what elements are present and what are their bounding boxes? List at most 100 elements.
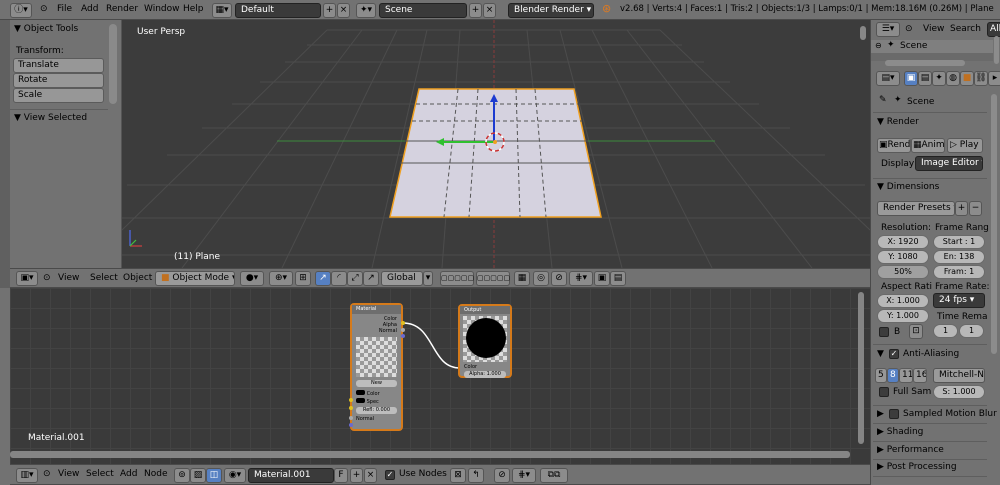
anti-aliasing-section-header[interactable]: ▼ [877, 349, 884, 359]
material-browse-icon[interactable]: ◉▾ [224, 468, 246, 483]
resolution-percentage-field[interactable]: 50% [877, 265, 929, 279]
scale-manipulator-icon[interactable]: ⤢ [347, 271, 363, 286]
outliner-vscrollbar[interactable] [994, 36, 999, 64]
rotate-manipulator-icon[interactable]: ◜ [331, 271, 347, 286]
render-presets-dropdown[interactable]: Render Presets ▾ [877, 201, 955, 216]
opengl-anim-icon[interactable]: ▤ [610, 271, 626, 286]
orientation-arrow-icon[interactable]: ▾ [423, 271, 433, 286]
outliner-scene-row[interactable]: ⊖ ✦ Scene [871, 40, 993, 53]
world-tab-icon[interactable]: ◍ [946, 71, 960, 86]
time-remap-old-field[interactable]: 1 [933, 324, 958, 338]
node-snap-mode-icon[interactable]: ⋕▾ [512, 468, 536, 483]
use-nodes-checkbox[interactable]: ✓ [385, 470, 395, 480]
material-name-field[interactable]: Material.001 [248, 468, 334, 483]
viewport-menu-select[interactable]: Select [90, 273, 118, 283]
orientation-dropdown[interactable]: Global [381, 271, 423, 286]
outliner-expand-icon[interactable]: ⊖ [875, 41, 882, 50]
remove-preset-icon[interactable]: − [969, 201, 982, 216]
frame-step-field[interactable]: Fram: 1 [933, 265, 985, 279]
viewport-menu-view[interactable]: View [58, 273, 79, 283]
material-node[interactable]: Material Color Alpha Normal New Color Sp… [350, 303, 403, 431]
play-button[interactable]: ▷ Play [947, 138, 983, 153]
delete-screen-icon[interactable]: × [337, 3, 350, 18]
aa-samples-16[interactable]: 16 [913, 368, 927, 383]
node-menu-add[interactable]: Add [120, 469, 137, 479]
translate-button[interactable]: Translate [13, 58, 104, 73]
output-node[interactable]: Output Color Alpha: 1.000 [458, 304, 512, 378]
node-editor[interactable]: Material.001 Material Color Alpha Normal… [10, 288, 870, 464]
outliner-menu-search[interactable]: Search [950, 24, 981, 34]
scene-icon[interactable]: ✦▾ [356, 3, 376, 18]
pivot-dropdown-icon[interactable]: ⊕▾ [269, 271, 293, 286]
delete-scene-icon[interactable]: × [483, 3, 496, 18]
aa-filter-size-field[interactable]: S: 1.000 [933, 385, 985, 399]
render-animation-button[interactable]: ▦Anima [911, 138, 945, 153]
fake-user-button[interactable]: F [334, 468, 348, 483]
rotate-button[interactable]: Rotate [13, 73, 104, 88]
modifiers-tab-icon[interactable]: ▸ [988, 71, 1000, 86]
time-remap-new-field[interactable]: 1 [959, 324, 984, 338]
crop-toggle-icon[interactable]: ⊡ [909, 324, 923, 339]
frame-end-field[interactable]: En: 138 [933, 250, 985, 264]
render-engine-dropdown[interactable]: Blender Render ▾ [508, 3, 594, 18]
menu-help[interactable]: Help [183, 4, 204, 14]
opengl-render-icon[interactable]: ▣ [594, 271, 610, 286]
output-node-header[interactable]: Output [460, 306, 510, 314]
aa-samples-5[interactable]: 5 [875, 368, 887, 383]
display-dropdown[interactable]: Image Editor ▾ [915, 156, 983, 171]
tool-shelf-scrollbar[interactable] [109, 24, 117, 104]
translate-manipulator-icon[interactable]: ↗ [315, 271, 331, 286]
unlink-material-icon[interactable]: × [364, 468, 377, 483]
outliner-display-mode[interactable]: All [987, 22, 1000, 37]
layers-grid-a[interactable]: ▢▢▢▢▢ [440, 271, 474, 286]
scene-tab-icon[interactable]: ✦ [932, 71, 946, 86]
proportional-edit-icon[interactable]: ◎ [533, 271, 549, 286]
menu-add[interactable]: Add [81, 4, 98, 14]
border-checkbox[interactable] [879, 327, 889, 337]
snap-element-icon[interactable]: ⋕▾ [569, 271, 593, 286]
node-menu-toggle[interactable]: ⊙ [43, 469, 51, 479]
shading-section-header[interactable]: ▶ Shading [877, 427, 923, 437]
node-tree-parent-icon[interactable]: ↰ [468, 468, 484, 483]
transform-orientation-icon[interactable]: ↗ [363, 271, 379, 286]
output-node-input-alpha[interactable]: Alpha: 1.000 [464, 371, 506, 378]
render-tab-icon[interactable]: ▣ [904, 71, 918, 86]
node-menu-node[interactable]: Node [144, 469, 168, 479]
outliner-hscrollbar[interactable] [885, 60, 965, 66]
menu-file[interactable]: File [57, 4, 72, 14]
material-node-header[interactable]: Material [352, 305, 401, 314]
aa-samples-11[interactable]: 11 [899, 368, 913, 383]
post-processing-section-header[interactable]: ▶ Post Processing [877, 462, 957, 472]
viewport-3d[interactable]: User Persp (11) Plane [122, 20, 870, 268]
menu-toggle-icon[interactable]: ⊙ [40, 4, 48, 14]
texture-nodes-icon[interactable]: ◫ [206, 468, 222, 483]
node-editor-hscrollbar[interactable] [10, 451, 850, 458]
scene-field[interactable]: Scene [379, 3, 467, 18]
node-menu-select[interactable]: Select [86, 469, 114, 479]
object-mode-dropdown[interactable]: ■ Object Mode ▾ [155, 271, 235, 286]
manipulator-toggle-icon[interactable]: ⊞ [295, 271, 311, 286]
viewport-menu-object[interactable]: Object [123, 273, 152, 283]
backdrop-icon[interactable]: ⊠ [450, 468, 466, 483]
object-tab-icon[interactable]: ■ [960, 71, 974, 86]
layers-grid-b[interactable]: ▢▢▢▢▢ [476, 271, 510, 286]
fps-dropdown[interactable]: 24 fps ▾ [933, 293, 985, 308]
add-scene-icon[interactable]: + [469, 3, 482, 18]
add-preset-icon[interactable]: + [955, 201, 968, 216]
viewport-scrollbar[interactable] [860, 26, 866, 40]
info-editor-type-icon[interactable]: ⓘ▾ [10, 3, 32, 18]
resolution-x-field[interactable]: X: 1920 [877, 235, 929, 249]
screen-layout-icon[interactable]: ▦▾ [212, 3, 232, 18]
outliner-menu-view[interactable]: View [923, 24, 944, 34]
node-copy-icon[interactable]: ⧉⧉ [540, 468, 568, 483]
outliner-menu-toggle[interactable]: ⊙ [905, 24, 913, 34]
aspect-y-field[interactable]: Y: 1.000 [877, 309, 929, 323]
aa-samples-8[interactable]: 8 [887, 368, 899, 383]
scale-button[interactable]: Scale [13, 88, 104, 103]
motion-blur-section-header[interactable]: ▶ [877, 409, 884, 419]
menu-render[interactable]: Render [106, 4, 138, 14]
object-tools-header[interactable]: ▼ Object Tools [14, 24, 78, 34]
shading-dropdown-icon[interactable]: ●▾ [240, 271, 264, 286]
material-new-button[interactable]: New [356, 380, 397, 387]
dimensions-section-header[interactable]: ▼ Dimensions [877, 182, 939, 192]
